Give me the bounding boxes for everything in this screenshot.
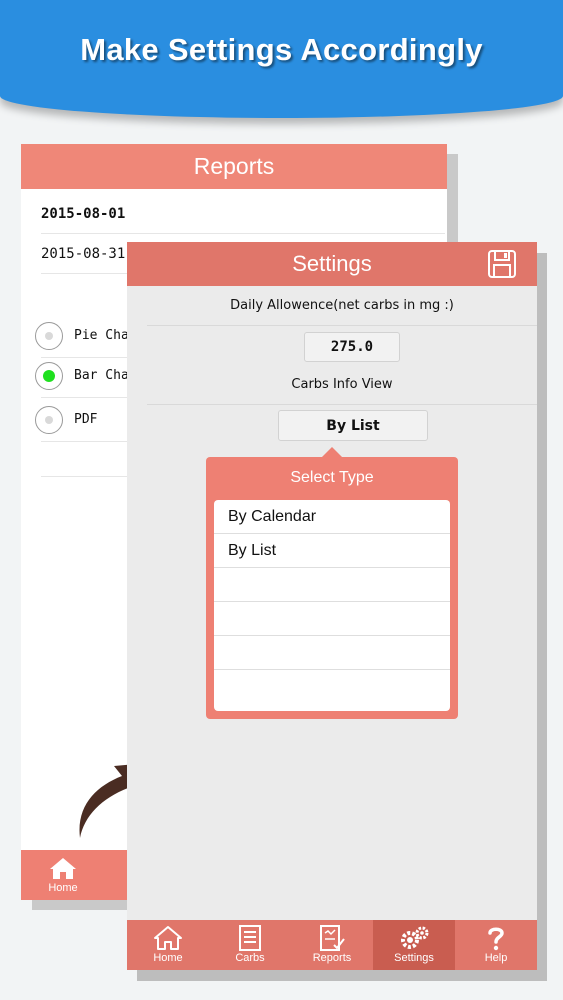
banner-title: Make Settings Accordingly — [80, 32, 483, 67]
promo-banner: Make Settings Accordingly — [0, 0, 563, 118]
popup-item-by-list[interactable]: By List — [214, 534, 450, 568]
tab-carbs[interactable]: Carbs — [209, 920, 291, 970]
tab-reports[interactable]: Reports — [291, 920, 373, 970]
settings-title: Settings — [292, 251, 372, 276]
popup-item-empty — [214, 636, 450, 670]
tab-help[interactable]: Help — [455, 920, 537, 970]
home-icon — [154, 926, 182, 950]
gears-icon — [401, 926, 429, 949]
daily-allowance-label: Daily Allowence(net carbs in mg :) — [230, 298, 454, 313]
settings-tabbar: Home Carbs Reports Settings Help — [127, 920, 537, 970]
daily-allowance-input-row: 275.0 — [147, 326, 537, 366]
radio-button[interactable] — [35, 322, 63, 350]
tab-home[interactable]: Home — [127, 920, 209, 970]
reports-tab-home[interactable]: Home — [43, 856, 83, 894]
carbs-view-select-row: By List — [147, 405, 537, 445]
popup-caret — [322, 447, 342, 457]
carbs-view-row: Carbs Info View — [147, 365, 537, 405]
report-icon — [320, 925, 345, 951]
popup-list: By Calendar By List — [214, 500, 450, 711]
home-icon — [50, 858, 76, 879]
settings-header: Settings — [127, 242, 537, 286]
carbs-view-label: Carbs Info View — [291, 377, 393, 392]
start-date-field[interactable]: 2015-08-01 — [41, 194, 445, 234]
settings-screen: Settings Daily Allowence(net carbs in mg… — [127, 242, 537, 970]
daily-allowance-input[interactable]: 275.0 — [304, 332, 400, 362]
popup-item-empty — [214, 602, 450, 636]
popup-item-empty — [214, 568, 450, 602]
reports-title: Reports — [21, 144, 447, 189]
popup-item-by-calendar[interactable]: By Calendar — [214, 500, 450, 534]
carbs-view-select[interactable]: By List — [278, 410, 428, 441]
radio-button[interactable] — [35, 406, 63, 434]
radio-button-selected[interactable] — [35, 362, 63, 390]
popup-item-empty — [214, 670, 450, 704]
daily-allowance-row: Daily Allowence(net carbs in mg :) — [147, 286, 537, 326]
tab-settings[interactable]: Settings — [373, 920, 455, 970]
question-icon — [488, 927, 504, 951]
popup-title: Select Type — [290, 469, 374, 486]
save-icon[interactable] — [487, 249, 517, 279]
document-icon — [239, 925, 261, 951]
select-type-popup: Select Type By Calendar By List — [206, 447, 458, 719]
